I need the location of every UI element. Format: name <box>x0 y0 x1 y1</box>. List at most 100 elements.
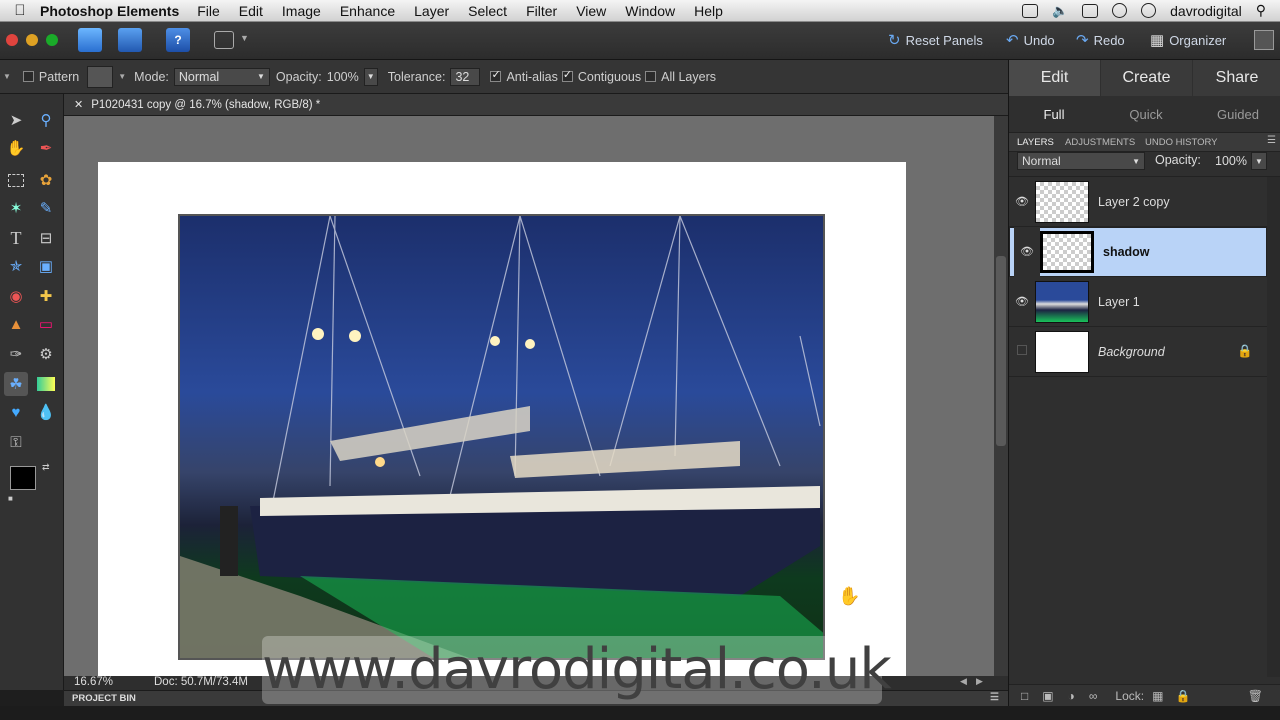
eraser-tool-icon[interactable]: ▭ <box>34 312 58 336</box>
smart-brush-tool-icon[interactable]: ⚙ <box>34 342 58 366</box>
adjustment-layer-icon[interactable]: ◑ <box>1068 689 1075 703</box>
new-file-icon[interactable] <box>78 28 102 52</box>
spotlight-search-icon[interactable]: ⚲ <box>1256 2 1266 19</box>
volume-icon[interactable]: 🔈 <box>1052 3 1068 19</box>
blend-mode-select[interactable]: Normal ▼ <box>1017 152 1145 170</box>
zoom-level[interactable]: 16.67% <box>74 676 113 688</box>
menu-help[interactable]: Help <box>694 3 723 19</box>
new-group-icon[interactable]: ▣ <box>1042 689 1053 703</box>
panel-tab-adjustments[interactable]: ADJUSTMENTS <box>1065 132 1135 152</box>
vertical-scrollbar[interactable] <box>994 116 1008 676</box>
clock-icon[interactable] <box>1141 3 1157 18</box>
red-eye-tool-icon[interactable]: ◉ <box>4 284 28 308</box>
visibility-toggle[interactable] <box>1009 345 1035 358</box>
document-tab-title[interactable]: P1020431 copy @ 16.7% (shadow, RGB/8) * <box>91 99 320 111</box>
brush-tool-icon[interactable]: ✑ <box>4 342 28 366</box>
user-menu[interactable]: davrodigital <box>1170 3 1242 19</box>
cookie-cutter-tool-icon[interactable]: ✯ <box>4 254 28 278</box>
link-layers-icon[interactable]: ∞ <box>1089 689 1098 703</box>
new-layer-icon[interactable]: □ <box>1021 689 1028 703</box>
layer-row[interactable]: Background 🔒 <box>1009 327 1267 377</box>
recompose-tool-icon[interactable]: ▣ <box>34 254 58 278</box>
vertical-scroll-thumb[interactable] <box>996 256 1006 446</box>
zoom-tool-icon[interactable]: ⚲ <box>34 108 58 132</box>
foreground-color-swatch[interactable] <box>10 466 36 490</box>
eye-icon[interactable]: 👁 <box>1014 227 1040 277</box>
menu-view[interactable]: View <box>576 3 606 19</box>
project-bin-menu-icon[interactable]: ☰ <box>990 692 999 703</box>
layer-opacity-dropdown-icon[interactable]: ▼ <box>1251 152 1267 170</box>
menu-window[interactable]: Window <box>625 3 675 19</box>
document-canvas-area[interactable]: ✋ <box>64 116 994 676</box>
marquee-tool-icon[interactable] <box>4 168 28 192</box>
eye-icon[interactable]: 👁 <box>1009 195 1035 208</box>
tool-preset-dropdown-icon[interactable]: ▼ <box>3 72 11 81</box>
layer-row-selected[interactable]: 👁 shadow <box>1009 227 1267 277</box>
lock-all-icon[interactable]: 🔒 <box>1175 689 1190 703</box>
menu-file[interactable]: File <box>197 3 220 19</box>
panel-tab-undo-history[interactable]: UNDO HISTORY <box>1145 132 1218 152</box>
reset-panels-button[interactable]: ↻ Reset Panels <box>888 31 983 49</box>
pattern-swatch[interactable] <box>87 65 114 88</box>
lasso-tool-icon[interactable]: ✿ <box>34 168 58 192</box>
layer-opacity-value[interactable]: 100% <box>1215 154 1247 168</box>
crop-tool-icon[interactable]: ⊟ <box>34 226 58 250</box>
eye-icon[interactable]: 👁 <box>1009 295 1035 308</box>
scroll-right-icon[interactable]: ▶ <box>976 676 983 687</box>
scroll-left-icon[interactable]: ◀ <box>960 676 967 687</box>
default-colors-icon[interactable]: ■ <box>8 494 13 503</box>
close-window-icon[interactable] <box>6 34 18 46</box>
subtab-guided[interactable]: Guided <box>1193 96 1280 132</box>
type-tool-icon[interactable]: T <box>4 226 28 250</box>
delete-layer-icon[interactable]: 🗑 <box>1248 689 1263 703</box>
fullscreen-icon[interactable] <box>1254 30 1274 50</box>
all-layers-checkbox[interactable] <box>645 71 657 82</box>
opacity-value[interactable]: 100% <box>327 70 359 84</box>
opacity-dropdown-icon[interactable]: ▼ <box>363 67 378 86</box>
subtab-quick[interactable]: Quick <box>1101 96 1191 132</box>
menu-image[interactable]: Image <box>282 3 321 19</box>
camera-icon[interactable] <box>1021 3 1038 18</box>
move-tool-icon[interactable]: ➤ <box>4 108 28 132</box>
menu-select[interactable]: Select <box>468 3 507 19</box>
eyedropper-tool-icon[interactable]: ✒ <box>34 136 58 160</box>
tab-create[interactable]: Create <box>1101 60 1192 96</box>
anti-alias-checkbox[interactable] <box>490 68 502 82</box>
menu-enhance[interactable]: Enhance <box>340 3 395 19</box>
zoom-window-icon[interactable] <box>46 34 58 46</box>
help-icon[interactable]: ? <box>166 28 190 52</box>
hand-tool-icon[interactable]: ✋ <box>4 136 28 160</box>
gradient-tool-icon[interactable] <box>34 372 58 396</box>
layer-row[interactable]: 👁 Layer 1 <box>1009 277 1267 327</box>
pattern-dropdown-icon[interactable]: ▼ <box>118 72 126 81</box>
swap-colors-icon[interactable]: ⇄ <box>42 462 50 473</box>
contiguous-checkbox[interactable] <box>561 68 573 82</box>
app-name-menu[interactable]: Photoshop Elements <box>40 3 179 19</box>
menu-filter[interactable]: Filter <box>526 3 557 19</box>
clone-stamp-tool-icon[interactable]: ▲ <box>4 312 28 336</box>
subtab-full[interactable]: Full <box>1009 96 1099 132</box>
undo-button[interactable]: ↶ Undo <box>1006 31 1055 49</box>
custom-shape-tool-icon[interactable]: ♥ <box>4 400 28 424</box>
magic-wand-tool-icon[interactable]: ✶ <box>4 196 28 220</box>
display-icon[interactable] <box>1082 3 1099 18</box>
arrange-layout-icon[interactable] <box>214 31 234 49</box>
paint-bucket-tool-icon[interactable]: ☘ <box>4 372 28 396</box>
arrange-dropdown-icon[interactable]: ▼ <box>240 33 249 43</box>
close-document-icon[interactable]: ✕ <box>74 98 83 111</box>
tab-edit[interactable]: Edit <box>1009 60 1100 96</box>
pattern-checkbox[interactable] <box>22 71 34 82</box>
minimize-window-icon[interactable] <box>26 34 38 46</box>
menu-layer[interactable]: Layer <box>414 3 449 19</box>
apple-icon[interactable]:  <box>0 2 40 19</box>
time-machine-icon[interactable] <box>1112 3 1128 18</box>
menu-edit[interactable]: Edit <box>239 3 263 19</box>
blur-tool-icon[interactable]: 💧 <box>34 400 58 424</box>
panel-tab-layers[interactable]: LAYERS <box>1017 132 1054 152</box>
mode-select[interactable]: Normal ▼ <box>173 67 270 86</box>
panel-menu-icon[interactable]: ☰ <box>1267 135 1276 146</box>
save-icon[interactable] <box>118 28 142 52</box>
redo-button[interactable]: ↷ Redo <box>1076 31 1125 49</box>
sponge-tool-icon[interactable]: ⚿ <box>4 430 28 454</box>
lock-transparency-icon[interactable]: ▦ <box>1152 689 1163 703</box>
